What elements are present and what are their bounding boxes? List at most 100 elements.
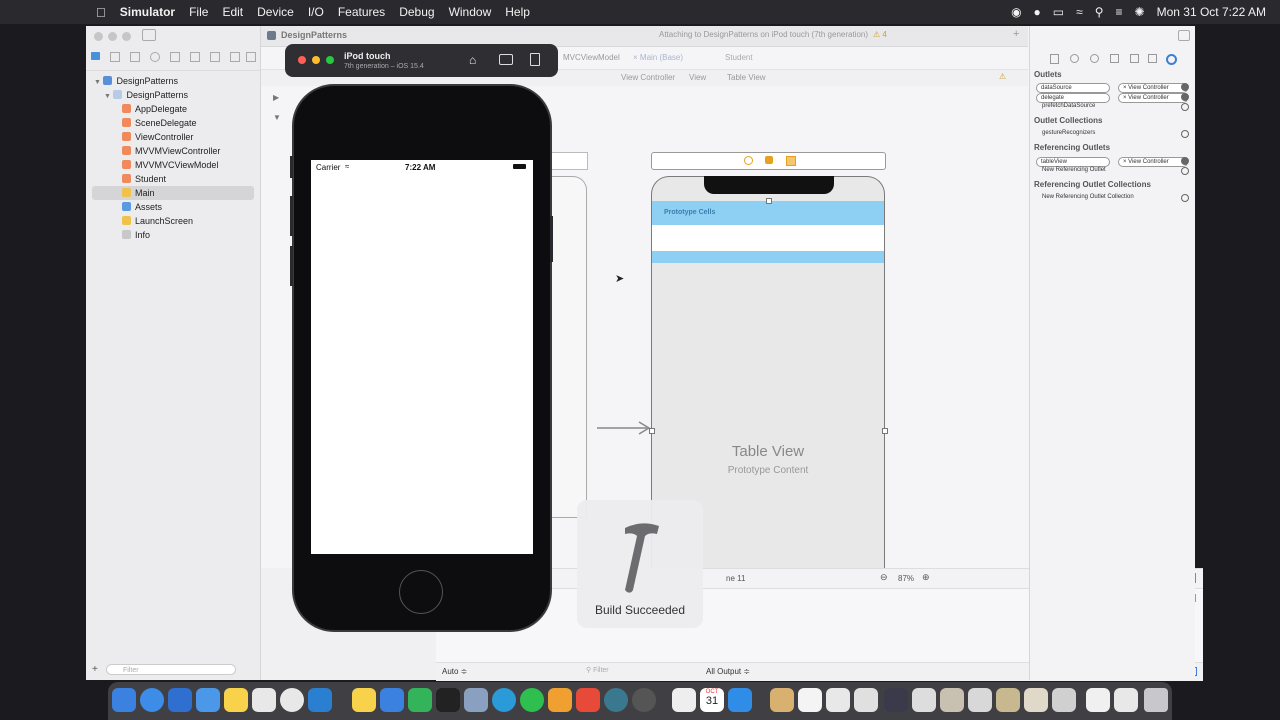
outlet-target[interactable]: × View Controller [1118,83,1188,93]
screenshot-thumb-icon[interactable] [1024,688,1048,712]
tree-item-assets[interactable]: Assets [86,200,260,214]
zoom-out-icon[interactable]: ⊖ [880,572,888,583]
prototype-cells-header[interactable]: Prototype Cells [652,201,884,225]
tree-item-student[interactable]: Student [86,172,260,186]
symbol-nav-icon[interactable] [130,52,140,62]
prototype-cell[interactable] [652,225,884,251]
identity-inspector-icon[interactable] [1110,54,1119,63]
scene-left-frame[interactable] [551,176,587,518]
document-thumb-icon[interactable] [912,688,936,712]
calendar-icon[interactable]: OCT 31 [700,688,724,712]
menu-file[interactable]: File [189,5,208,19]
outline-disclosure-icon[interactable]: ▶ [273,93,279,102]
folder-nav-icon[interactable] [91,52,100,60]
warning-count-badge[interactable]: ⚠ 4 [873,30,887,39]
history-inspector-icon[interactable] [1070,54,1079,63]
new-referencing-outlet-collection[interactable]: New Referencing Outlet Collection [1036,194,1189,203]
finder-icon[interactable] [112,688,136,712]
menu-app-name[interactable]: Simulator [120,5,175,19]
tree-item-mvvmviewcontroller[interactable]: MVVMViewController [86,144,260,158]
breakpoint-nav-icon[interactable] [230,52,240,62]
tree-item-info[interactable]: Info [86,228,260,242]
tree-item-folder[interactable]: ▼ DesignPatterns [86,88,260,102]
slack-icon[interactable] [252,688,276,712]
new-referencing-outlet[interactable]: New Referencing Outlet [1036,167,1189,176]
exit-icon[interactable] [786,156,796,166]
menu-help[interactable]: Help [505,5,530,19]
scene-dock[interactable] [651,152,886,170]
git-icon[interactable] [576,688,600,712]
window-zoom-icon[interactable] [122,32,131,41]
zoom-level[interactable]: 87% [898,574,914,583]
connection-dot-icon[interactable] [1181,103,1189,111]
zoom-in-icon[interactable]: ⊕ [922,572,930,583]
view-controller-icon[interactable] [744,156,753,165]
menu-debug[interactable]: Debug [399,5,434,19]
document-thumb-icon[interactable] [826,688,850,712]
referencing-outlet-tableview[interactable]: tableView × View Controller [1036,157,1189,167]
tree-item-scenedelegate[interactable]: SceneDelegate [86,116,260,130]
screenshot-thumb-icon[interactable] [884,688,908,712]
jump-table-view[interactable]: Table View [727,73,766,82]
window-close-icon[interactable] [94,32,103,41]
inspector-toggle-icon[interactable] [1178,30,1190,41]
file-inspector-icon[interactable] [1050,54,1059,64]
first-responder-icon[interactable] [765,156,773,164]
resize-handle[interactable] [766,198,772,204]
home-icon[interactable]: ⌂ [469,53,476,67]
connection-dot-icon[interactable] [1181,194,1189,202]
stickies-icon[interactable] [352,688,376,712]
tree-item-viewcontroller[interactable]: ViewController [86,130,260,144]
source-control-icon[interactable] [110,52,120,62]
window-minimize-icon[interactable] [108,32,117,41]
menu-window[interactable]: Window [449,5,492,19]
tab-student[interactable]: Student [725,53,753,62]
variables-scope-select[interactable]: Auto ≑ [442,667,467,676]
find-nav-icon[interactable] [150,52,160,62]
home-button[interactable] [399,570,443,614]
outlet-target[interactable]: × View Controller [1118,93,1188,103]
zoom-window-icon[interactable] [326,56,334,64]
simulator-dock-icon[interactable] [196,688,220,712]
control-center-icon[interactable]: ≡ [1116,5,1123,19]
outline-disclosure-icon[interactable]: ▼ [273,113,281,122]
terminal-icon[interactable] [436,688,460,712]
size-inspector-icon[interactable] [1148,54,1157,63]
menu-io[interactable]: I/O [308,5,324,19]
connection-dot-icon[interactable] [1181,93,1189,101]
disclosure-icon[interactable]: ▼ [104,93,111,100]
close-tab-icon[interactable]: × [633,53,638,62]
record-icon[interactable]: ◉ [1011,5,1021,19]
test-nav-icon[interactable] [190,52,200,62]
outlet-row-delegate[interactable]: delegate × View Controller [1036,93,1189,103]
close-window-icon[interactable] [298,56,306,64]
connections-inspector-icon[interactable] [1166,54,1177,65]
navigator-filter-input[interactable]: Filter [106,664,236,675]
trash-dock-icon[interactable] [1144,688,1168,712]
wifi-icon[interactable]: ≈ [1076,5,1083,19]
appstore-icon[interactable] [728,688,752,712]
connection-dot-icon[interactable] [1181,83,1189,91]
outlet-collection-row[interactable]: gestureRecognizers [1036,130,1189,139]
variables-filter-input[interactable]: ⚲ Filter [586,666,686,676]
screenshot-thumb-icon[interactable] [1052,688,1076,712]
tab-main-base[interactable]: × Main (Base) [633,53,683,62]
menu-device[interactable]: Device [257,5,294,19]
screenrecorder-icon[interactable] [632,688,656,712]
menu-edit[interactable]: Edit [222,5,243,19]
outlet-row-prefetch[interactable]: prefetchDataSource [1036,103,1189,112]
debug-nav-icon[interactable] [210,52,220,62]
safari-icon[interactable] [140,688,164,712]
apple-menu-icon[interactable]:  [96,5,106,20]
connection-dot-icon[interactable] [1181,167,1189,175]
add-file-icon[interactable]: + [92,664,98,675]
screenshot-thumb-icon[interactable] [940,688,964,712]
resize-handle[interactable] [649,428,655,434]
tree-item-mvvmvcviewmodel[interactable]: MVVMVCViewModel [86,158,260,172]
screenshot-icon[interactable] [499,54,513,65]
connection-dot-icon[interactable] [1181,157,1189,165]
pages-icon[interactable] [548,688,572,712]
attributes-inspector-icon[interactable] [1130,54,1139,63]
issue-nav-icon[interactable] [170,52,180,62]
proxyman-icon[interactable] [604,688,628,712]
